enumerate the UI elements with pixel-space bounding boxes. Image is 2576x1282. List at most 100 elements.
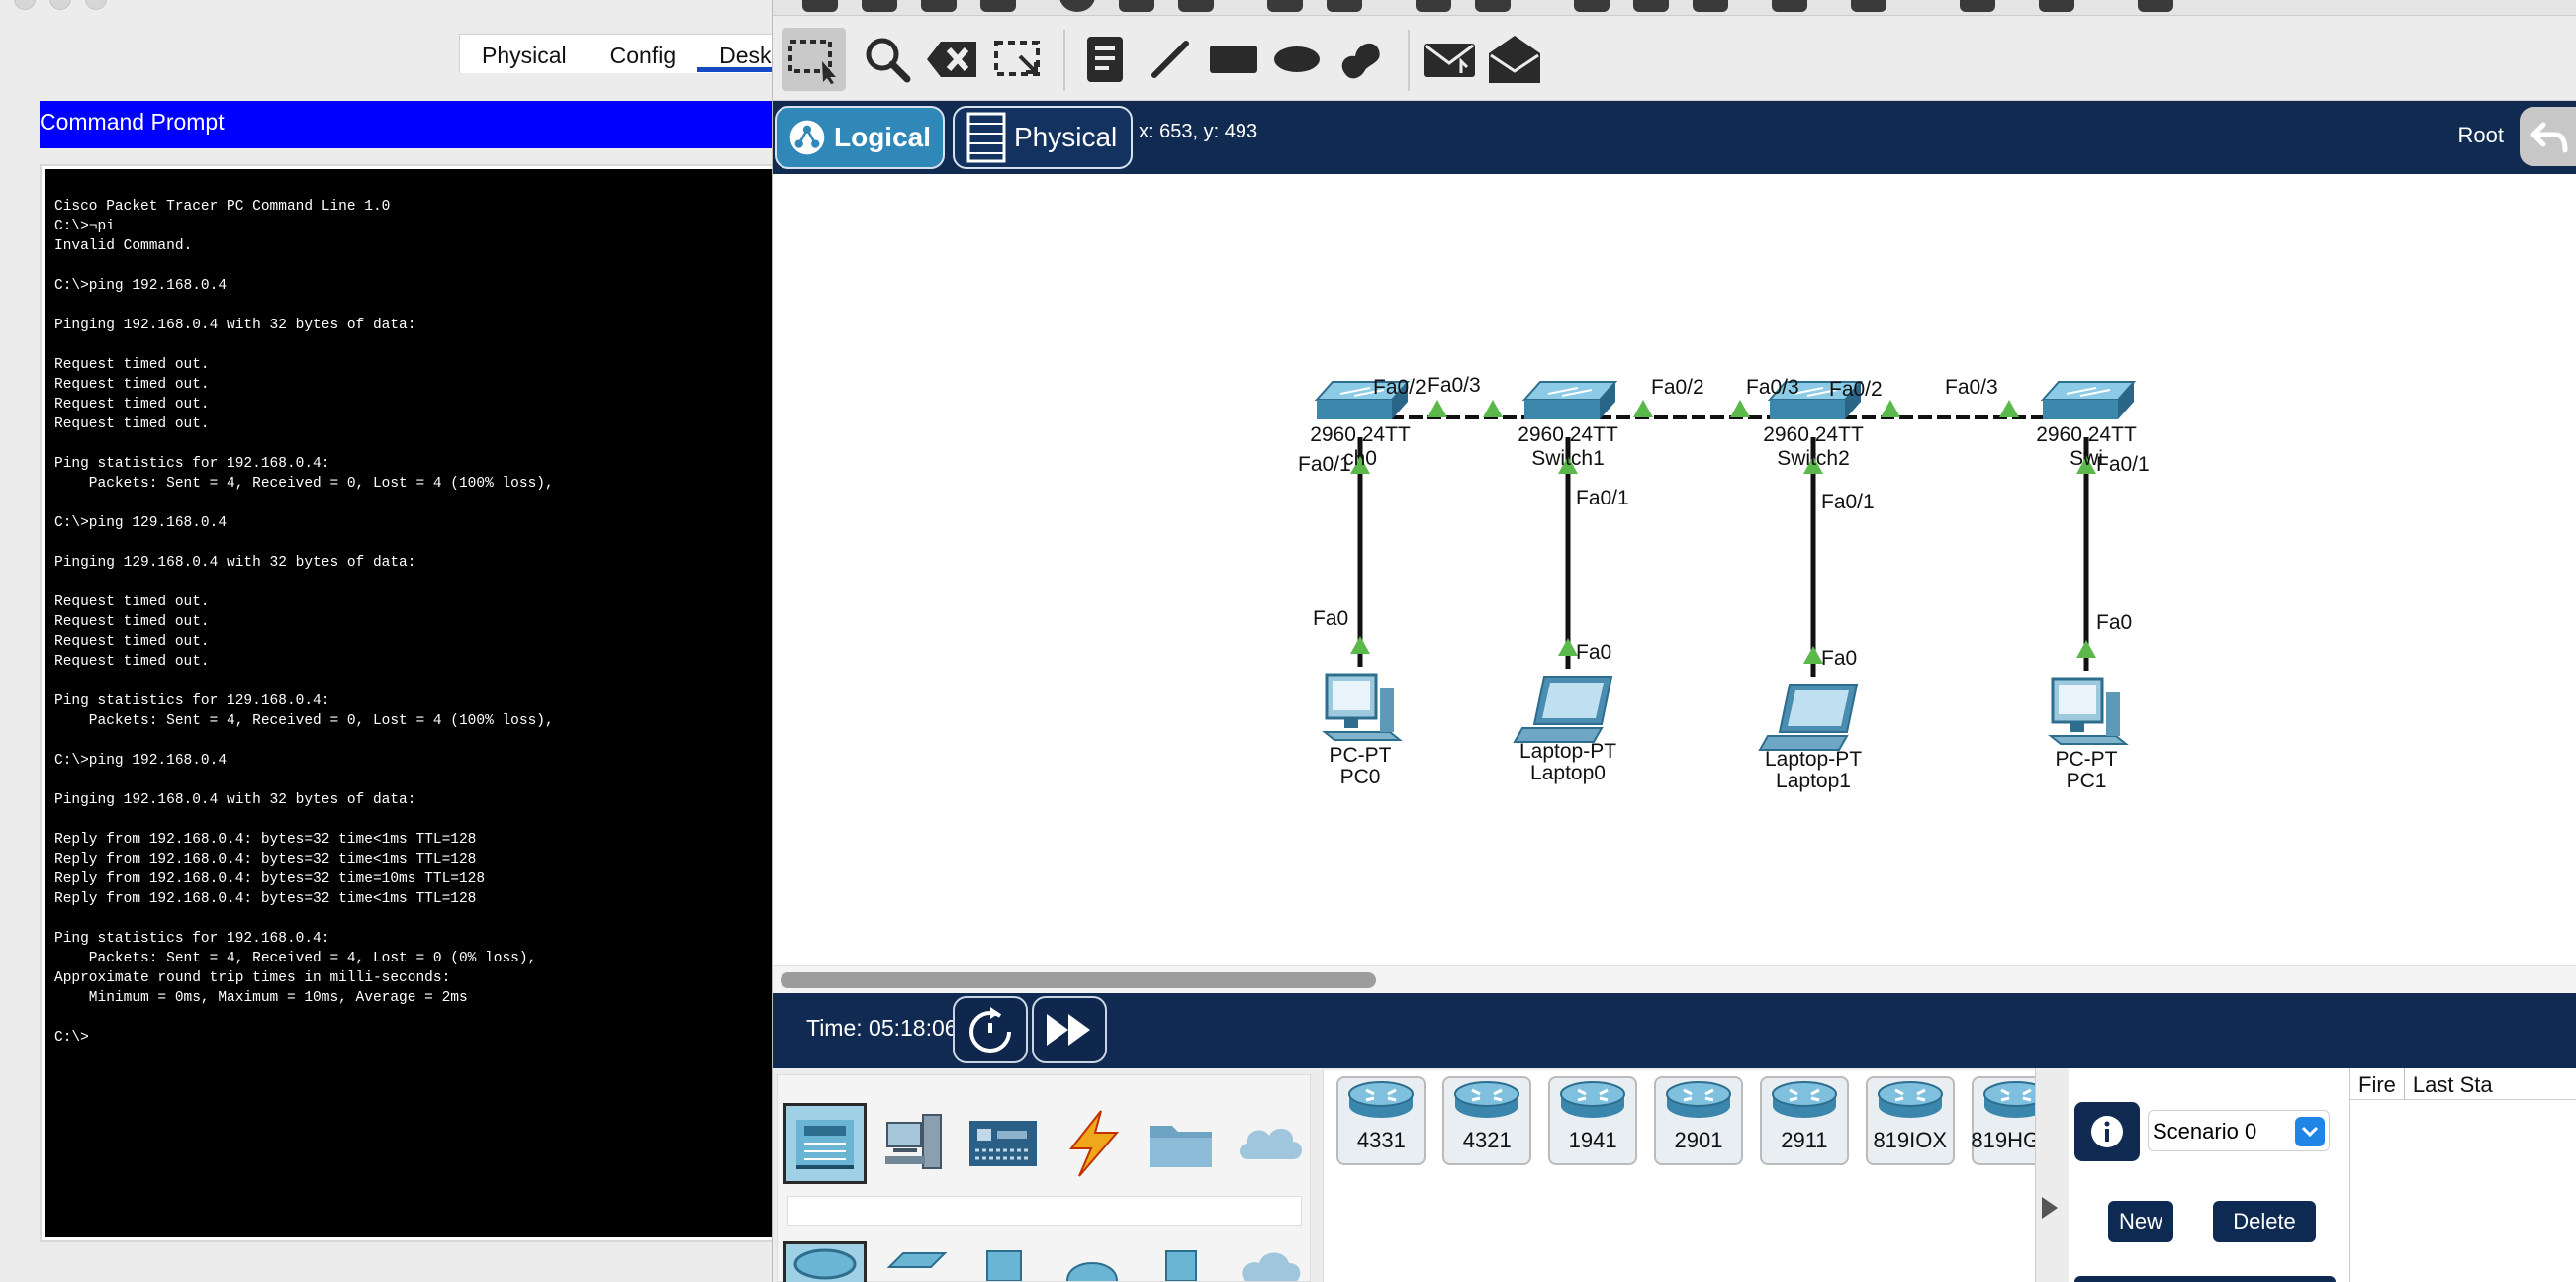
terminal-line: Cisco Packet Tracer PC Command Line 1.0 — [54, 199, 391, 215]
delete-icon[interactable] — [921, 28, 984, 91]
paste-icon[interactable] — [1327, 0, 1362, 12]
device-name-label: PC0 — [1340, 766, 1381, 788]
physical-view-button[interactable]: Physical — [953, 106, 1133, 169]
security-subcategory[interactable] — [1140, 1241, 1223, 1282]
tab-physical[interactable]: Physical — [460, 35, 589, 72]
save-file-icon[interactable] — [921, 0, 957, 12]
switch-switch3[interactable] — [2040, 381, 2137, 419]
port-label: Fa0/1 — [1821, 491, 1875, 513]
close-window-button[interactable] — [14, 0, 36, 10]
preferences-icon[interactable] — [2138, 0, 2173, 12]
pc-pc1[interactable] — [2048, 677, 2129, 745]
wan-emulation-subcategory[interactable] — [1229, 1241, 1312, 1282]
custom-devices-icon[interactable] — [1851, 0, 1886, 12]
router-model-2911[interactable]: 2911 — [1759, 1076, 1849, 1165]
end-devices-category[interactable] — [873, 1103, 956, 1184]
screen-share-icon[interactable] — [2039, 0, 2074, 12]
switches-subcategory[interactable] — [873, 1241, 956, 1282]
router-model-2901[interactable]: 2901 — [1654, 1076, 1743, 1165]
draw-rectangle-icon[interactable] — [1202, 28, 1265, 91]
network-info-icon[interactable] — [1178, 0, 1214, 12]
link-up-indicator — [1881, 400, 1900, 417]
select-tool-icon[interactable] — [782, 28, 846, 91]
router-model-819hgw[interactable]: 819HGW — [1971, 1076, 2035, 1165]
scenario-select[interactable]: Scenario 0 — [2148, 1110, 2330, 1151]
device-models-list: 43314321194129012911819IOX819HGW8 — [1323, 1070, 2035, 1282]
chevron-down-icon[interactable] — [2295, 1117, 2325, 1146]
help-icon[interactable] — [1960, 0, 1995, 12]
terminal-line: Minimum = 0ms, Maximum = 10ms, Average =… — [54, 990, 468, 1006]
miscellaneous-category[interactable] — [1140, 1103, 1223, 1184]
connections-category[interactable] — [1051, 1103, 1134, 1184]
inspect-magnifier-icon[interactable] — [856, 28, 919, 91]
router-model-819iox[interactable]: 819IOX — [1865, 1076, 1955, 1165]
logical-view-button[interactable]: Logical — [775, 106, 945, 169]
tab-config[interactable]: Config — [589, 35, 697, 72]
device-name-label: PC1 — [2067, 770, 2107, 792]
network-devices-category[interactable] — [783, 1103, 867, 1184]
expand-arrow-icon[interactable] — [2042, 1197, 2058, 1219]
new-scenario-button[interactable]: New — [2108, 1201, 2173, 1242]
port-label: Fa0/3 — [1746, 376, 1799, 399]
zoom-window-button[interactable] — [85, 0, 107, 10]
user-icon[interactable] — [1119, 0, 1154, 12]
hubs-subcategory[interactable] — [962, 1241, 1045, 1282]
toolbar-separator — [1063, 30, 1065, 91]
laptop-laptop0[interactable] — [1513, 676, 1613, 743]
switch-switch1[interactable] — [1521, 381, 1618, 419]
scenario-info-button[interactable] — [2074, 1102, 2140, 1161]
router-model-4331[interactable]: 4331 — [1336, 1076, 1426, 1165]
terminal-line: C:\>ping 192.168.0.4 — [54, 753, 228, 769]
wireless-subcategory[interactable] — [1051, 1241, 1134, 1282]
terminal-line: Ping statistics for 192.168.0.4: — [54, 931, 330, 947]
toggle-pdu-list-button[interactable] — [2074, 1276, 2336, 1282]
undo-icon[interactable] — [1416, 0, 1451, 12]
zoom-in-icon[interactable] — [1574, 0, 1610, 12]
draw-freeform-icon[interactable] — [1329, 28, 1392, 91]
print-icon[interactable] — [980, 0, 1016, 12]
cursor-coordinates: x: 653, y: 493 — [1139, 121, 1258, 142]
fast-forward-time-button[interactable] — [1032, 996, 1107, 1063]
draw-line-icon[interactable] — [1139, 28, 1202, 91]
resize-shape-icon[interactable] — [986, 28, 1050, 91]
logical-workspace-canvas[interactable]: 2960 24TT ch0 2960 24TT Switch1 2960 24TT Swi… — [773, 174, 2576, 965]
router-model-1941[interactable]: 1941 — [1548, 1076, 1638, 1165]
router-model-4321[interactable]: 4321 — [1442, 1076, 1532, 1165]
add-complex-pdu-icon[interactable] — [1483, 28, 1546, 91]
column-last-status[interactable]: Last Sta — [2405, 1068, 2501, 1099]
minimize-window-button[interactable] — [49, 0, 71, 10]
components-category[interactable] — [962, 1103, 1045, 1184]
copy-icon[interactable] — [1267, 0, 1303, 12]
power-cycle-devices-button[interactable] — [953, 996, 1028, 1063]
place-note-icon[interactable] — [1073, 28, 1137, 91]
multiuser-category[interactable] — [1229, 1103, 1312, 1184]
column-fire[interactable]: Fire — [2350, 1068, 2405, 1099]
add-simple-pdu-icon[interactable] — [1418, 28, 1481, 91]
scrollbar-thumb[interactable] — [781, 972, 1376, 988]
activity-wizard-icon[interactable] — [1059, 0, 1095, 12]
zoom-out-icon[interactable] — [1693, 0, 1728, 12]
delete-scenario-button[interactable]: Delete — [2213, 1201, 2316, 1242]
routers-subcategory[interactable] — [783, 1241, 867, 1282]
device-model-label: PC-PT — [2056, 748, 2118, 771]
terminal-line: Approximate round trip times in milli-se… — [54, 970, 451, 986]
panel-splitter[interactable] — [2035, 1068, 2069, 1282]
new-file-icon[interactable] — [802, 0, 838, 12]
laptop-laptop1[interactable] — [1758, 684, 1859, 751]
terminal-output[interactable]: Cisco Packet Tracer PC Command Line 1.0 C… — [45, 169, 786, 1237]
router-icon — [1454, 1081, 1520, 1118]
zoom-reset-icon[interactable] — [1633, 0, 1669, 12]
redo-icon[interactable] — [1475, 0, 1511, 12]
horizontal-scrollbar[interactable] — [773, 965, 2576, 993]
pc-pc0[interactable] — [1322, 673, 1403, 741]
back-to-root-button[interactable] — [2520, 107, 2576, 166]
device-model-label: Laptop-PT — [1765, 748, 1862, 771]
terminal-line: Packets: Sent = 4, Received = 0, Lost = … — [54, 713, 554, 729]
draw-ellipse-icon[interactable] — [1265, 28, 1329, 91]
switch-model-label: 2960 24TT — [2036, 423, 2137, 446]
drawing-palette-icon[interactable] — [1772, 0, 1807, 12]
open-file-icon[interactable] — [862, 0, 897, 12]
